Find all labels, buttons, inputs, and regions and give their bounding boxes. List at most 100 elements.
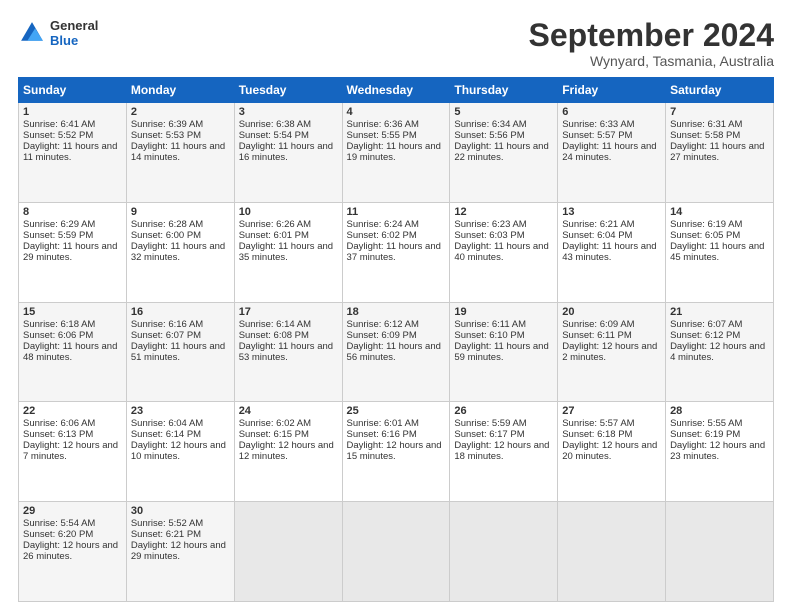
- sunrise-text: Sunrise: 6:09 AM: [562, 319, 634, 330]
- sunset-text: Sunset: 6:17 PM: [454, 429, 524, 440]
- day-number: 15: [23, 306, 122, 318]
- calendar-cell: 28Sunrise: 5:55 AMSunset: 6:19 PMDayligh…: [666, 402, 774, 502]
- daylight-text: Daylight: 11 hours and 16 minutes.: [239, 141, 333, 163]
- calendar-cell: 22Sunrise: 6:06 AMSunset: 6:13 PMDayligh…: [19, 402, 127, 502]
- sunset-text: Sunset: 6:18 PM: [562, 429, 632, 440]
- sunset-text: Sunset: 6:09 PM: [347, 330, 417, 341]
- day-number: 23: [131, 405, 230, 417]
- calendar-cell: 8Sunrise: 6:29 AMSunset: 5:59 PMDaylight…: [19, 202, 127, 302]
- day-number: 25: [347, 405, 446, 417]
- daylight-text: Daylight: 11 hours and 24 minutes.: [562, 141, 656, 163]
- calendar-cell: 14Sunrise: 6:19 AMSunset: 6:05 PMDayligh…: [666, 202, 774, 302]
- daylight-text: Daylight: 11 hours and 27 minutes.: [670, 141, 764, 163]
- daylight-text: Daylight: 12 hours and 4 minutes.: [670, 341, 765, 363]
- sunset-text: Sunset: 6:04 PM: [562, 230, 632, 241]
- calendar-cell: 3Sunrise: 6:38 AMSunset: 5:54 PMDaylight…: [234, 103, 342, 203]
- sunset-text: Sunset: 5:56 PM: [454, 130, 524, 141]
- sunrise-text: Sunrise: 6:29 AM: [23, 219, 95, 230]
- sunrise-text: Sunrise: 5:55 AM: [670, 418, 742, 429]
- sunset-text: Sunset: 6:08 PM: [239, 330, 309, 341]
- day-header-wednesday: Wednesday: [342, 78, 450, 103]
- calendar-cell: 16Sunrise: 6:16 AMSunset: 6:07 PMDayligh…: [126, 302, 234, 402]
- calendar-cell: 15Sunrise: 6:18 AMSunset: 6:06 PMDayligh…: [19, 302, 127, 402]
- sunrise-text: Sunrise: 6:07 AM: [670, 319, 742, 330]
- sunset-text: Sunset: 6:03 PM: [454, 230, 524, 241]
- day-number: 3: [239, 106, 338, 118]
- day-number: 6: [562, 106, 661, 118]
- sunrise-text: Sunrise: 6:21 AM: [562, 219, 634, 230]
- sunrise-text: Sunrise: 6:16 AM: [131, 319, 203, 330]
- daylight-text: Daylight: 11 hours and 45 minutes.: [670, 241, 764, 263]
- daylight-text: Daylight: 12 hours and 15 minutes.: [347, 440, 442, 462]
- day-number: 16: [131, 306, 230, 318]
- day-number: 5: [454, 106, 553, 118]
- daylight-text: Daylight: 11 hours and 51 minutes.: [131, 341, 225, 363]
- day-number: 18: [347, 306, 446, 318]
- daylight-text: Daylight: 11 hours and 40 minutes.: [454, 241, 548, 263]
- calendar-cell: 26Sunrise: 5:59 AMSunset: 6:17 PMDayligh…: [450, 402, 558, 502]
- daylight-text: Daylight: 11 hours and 11 minutes.: [23, 141, 117, 163]
- day-number: 8: [23, 206, 122, 218]
- sunset-text: Sunset: 6:19 PM: [670, 429, 740, 440]
- sunset-text: Sunset: 6:00 PM: [131, 230, 201, 241]
- sunrise-text: Sunrise: 5:54 AM: [23, 518, 95, 529]
- sunset-text: Sunset: 5:58 PM: [670, 130, 740, 141]
- daylight-text: Daylight: 12 hours and 29 minutes.: [131, 540, 226, 562]
- day-number: 7: [670, 106, 769, 118]
- logo-line2: Blue: [50, 33, 98, 48]
- sunrise-text: Sunrise: 6:26 AM: [239, 219, 311, 230]
- calendar-week-row: 8Sunrise: 6:29 AMSunset: 5:59 PM Daylight…: [19, 202, 774, 302]
- sunrise-text: Sunrise: 6:39 AM: [131, 119, 203, 130]
- calendar-cell: 17Sunrise: 6:14 AMSunset: 6:08 PMDayligh…: [234, 302, 342, 402]
- day-number: 30: [131, 505, 230, 517]
- calendar-table: SundayMondayTuesdayWednesdayThursdayFrid…: [18, 77, 774, 602]
- sunrise-text: Sunrise: 5:52 AM: [131, 518, 203, 529]
- logo-line1: General: [50, 18, 98, 33]
- title-block: September 2024 Wynyard, Tasmania, Austra…: [529, 18, 774, 69]
- subtitle: Wynyard, Tasmania, Australia: [529, 53, 774, 69]
- daylight-text: Daylight: 11 hours and 43 minutes.: [562, 241, 656, 263]
- day-number: 27: [562, 405, 661, 417]
- sunrise-text: Sunrise: 6:24 AM: [347, 219, 419, 230]
- calendar-cell: 21Sunrise: 6:07 AMSunset: 6:12 PMDayligh…: [666, 302, 774, 402]
- calendar-week-row: 22Sunrise: 6:06 AMSunset: 6:13 PMDayligh…: [19, 402, 774, 502]
- sunset-text: Sunset: 5:57 PM: [562, 130, 632, 141]
- daylight-text: Daylight: 12 hours and 2 minutes.: [562, 341, 657, 363]
- day-number: 22: [23, 405, 122, 417]
- sunset-text: Sunset: 6:12 PM: [670, 330, 740, 341]
- daylight-text: Daylight: 11 hours and 14 minutes.: [131, 141, 225, 163]
- sunset-text: Sunset: 6:21 PM: [131, 529, 201, 540]
- sunset-text: Sunset: 5:59 PM: [23, 230, 93, 241]
- sunrise-text: Sunrise: 6:33 AM: [562, 119, 634, 130]
- sunrise-text: Sunrise: 6:28 AM: [131, 219, 203, 230]
- daylight-text: Daylight: 12 hours and 18 minutes.: [454, 440, 549, 462]
- day-number: 29: [23, 505, 122, 517]
- calendar-cell: 30Sunrise: 5:52 AMSunset: 6:21 PMDayligh…: [126, 502, 234, 602]
- sunrise-text: Sunrise: 6:34 AM: [454, 119, 526, 130]
- daylight-text: Daylight: 12 hours and 12 minutes.: [239, 440, 334, 462]
- day-header-saturday: Saturday: [666, 78, 774, 103]
- logo: General Blue: [18, 18, 98, 48]
- sunrise-text: Sunrise: 6:02 AM: [239, 418, 311, 429]
- day-number: 12: [454, 206, 553, 218]
- page: General Blue September 2024 Wynyard, Tas…: [0, 0, 792, 612]
- sunset-text: Sunset: 6:01 PM: [239, 230, 309, 241]
- sunrise-text: Sunrise: 5:57 AM: [562, 418, 634, 429]
- sunrise-text: Sunrise: 6:04 AM: [131, 418, 203, 429]
- day-number: 13: [562, 206, 661, 218]
- main-title: September 2024: [529, 18, 774, 53]
- sunset-text: Sunset: 6:15 PM: [239, 429, 309, 440]
- calendar-cell: [342, 502, 450, 602]
- day-number: 24: [239, 405, 338, 417]
- sunrise-text: Sunrise: 6:01 AM: [347, 418, 419, 429]
- daylight-text: Daylight: 11 hours and 35 minutes.: [239, 241, 333, 263]
- day-header-sunday: Sunday: [19, 78, 127, 103]
- daylight-text: Daylight: 11 hours and 32 minutes.: [131, 241, 225, 263]
- daylight-text: Daylight: 12 hours and 7 minutes.: [23, 440, 118, 462]
- sunrise-text: Sunrise: 6:11 AM: [454, 319, 526, 330]
- logo-icon: [18, 19, 46, 47]
- sunset-text: Sunset: 6:16 PM: [347, 429, 417, 440]
- day-header-monday: Monday: [126, 78, 234, 103]
- day-number: 11: [347, 206, 446, 218]
- day-number: 4: [347, 106, 446, 118]
